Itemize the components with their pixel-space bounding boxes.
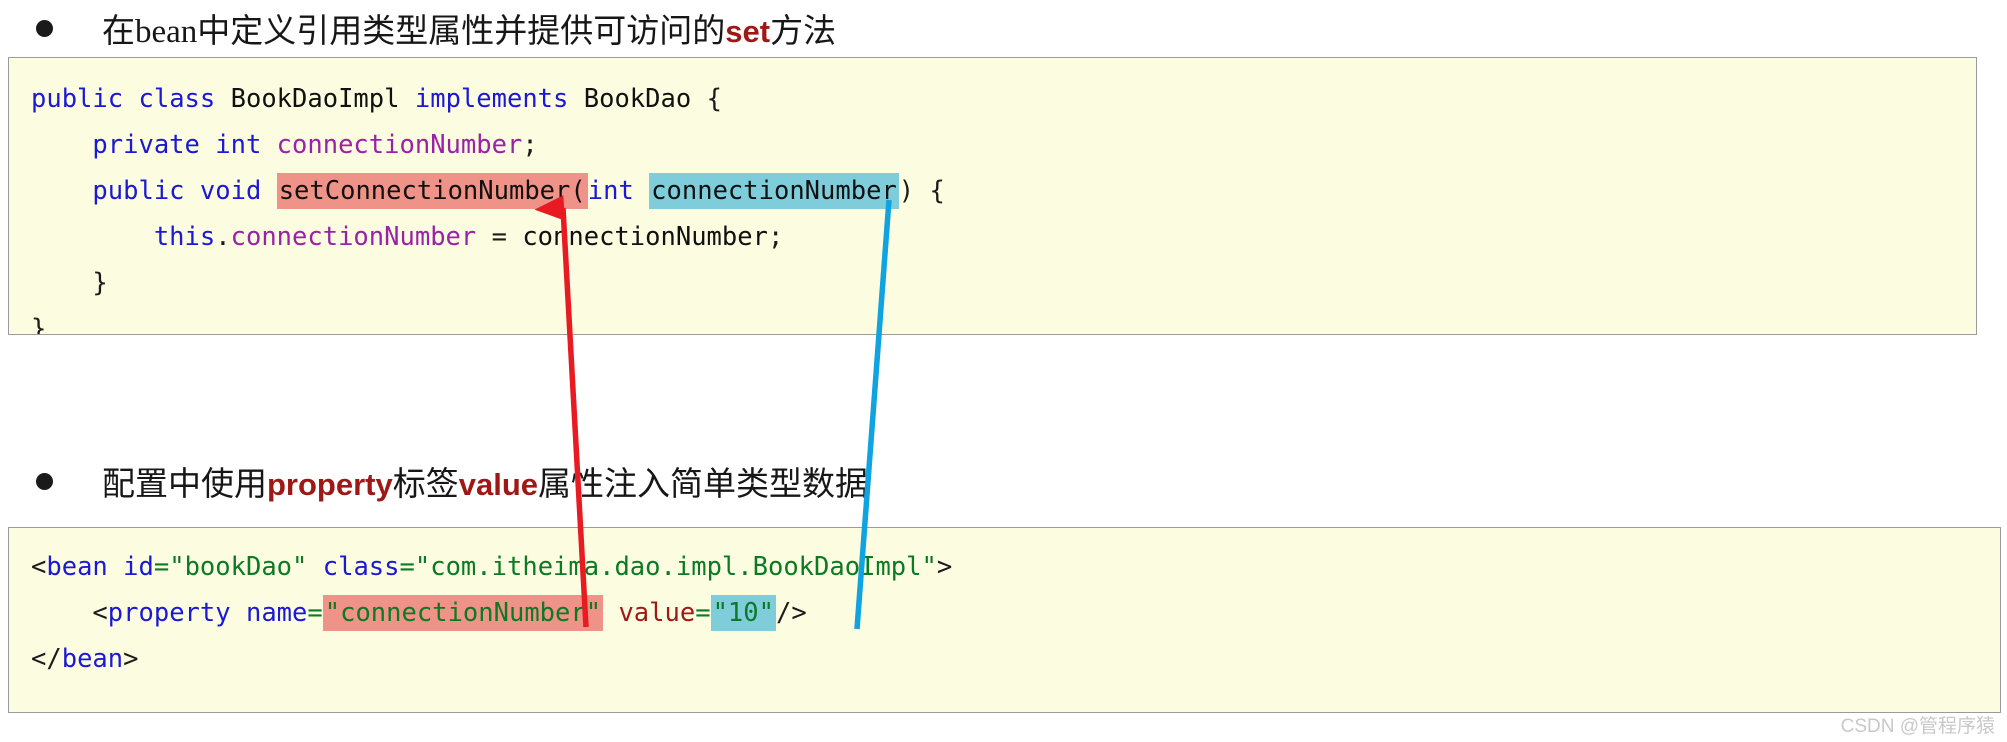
bullet-2-seg-0: 配置中使用 xyxy=(102,467,267,503)
token-int: int xyxy=(587,176,634,206)
java-line-4: this.connectionNumber = connectionNumber… xyxy=(31,214,1976,260)
token-close-brace: } xyxy=(31,314,47,335)
highlight-setter-method-name: setConnectionNumber( xyxy=(276,173,588,209)
token-eq: = xyxy=(695,598,711,628)
token-attr-class: class xyxy=(322,552,400,582)
token-close-brace: } xyxy=(92,268,108,298)
token-semicolon: ; xyxy=(522,130,538,160)
token-dot: . xyxy=(215,222,231,252)
token-field-connection-number: connectionNumber xyxy=(230,222,477,252)
token-implements: implements xyxy=(414,84,569,114)
token-this: this xyxy=(153,222,216,252)
slide-canvas: 在bean中定义引用类型属性并提供可访问的set方法 public class … xyxy=(0,0,2007,742)
token-attr-id: id xyxy=(123,552,154,582)
bullet-1-seg-0: 在bean中定义引用类型属性并提供可访问的 xyxy=(102,14,726,50)
bullet-2-seg-3: value xyxy=(458,467,539,502)
token-attr-value: value xyxy=(618,598,696,628)
xml-line-3: </bean> xyxy=(31,636,2000,682)
token-lt-slash: </ xyxy=(31,644,62,674)
java-line-1: public class BookDaoImpl implements Book… xyxy=(31,76,1976,122)
token-paren-brace: ) { xyxy=(898,176,945,206)
token-eq: = xyxy=(307,598,323,628)
bullet-item-1: 在bean中定义引用类型属性并提供可访问的set方法 xyxy=(36,4,836,52)
xml-code-block: <bean id="bookDao" class="com.itheima.da… xyxy=(8,527,2001,713)
token-field-connection-number: connectionNumber xyxy=(276,130,523,160)
java-line-5: } xyxy=(31,260,1976,306)
token-assign: = xyxy=(476,222,523,252)
token-semicolon: ; xyxy=(767,222,784,252)
token-gt: > xyxy=(936,552,953,582)
java-line-2: private int connectionNumber; xyxy=(31,122,1976,168)
token-self-close: /> xyxy=(776,598,807,628)
java-line-6: } xyxy=(31,306,1976,335)
bullet-2-seg-4: 属性注入简单类型数据 xyxy=(538,467,869,503)
xml-line-1: <bean id="bookDao" class="com.itheima.da… xyxy=(31,544,2000,590)
token-value-bookdao: "bookDao" xyxy=(169,552,308,582)
token-value-class-fqn: "com.itheima.dao.impl.BookDaoImpl" xyxy=(414,552,937,582)
token-tag-bean: bean xyxy=(46,552,108,582)
bullet-dot-icon xyxy=(36,19,53,37)
token-int: int xyxy=(215,130,262,160)
highlight-property-value-10: "10" xyxy=(710,595,776,631)
token-lt: < xyxy=(31,552,47,582)
java-line-3: public void setConnectionNumber(int conn… xyxy=(31,168,1976,214)
bullet-item-2: 配置中使用property标签value属性注入简单类型数据 xyxy=(36,457,868,505)
csdn-watermark: CSDN @管程序猿 xyxy=(1840,716,1995,737)
bullet-1-text: 在bean中定义引用类型属性并提供可访问的set方法 xyxy=(102,4,836,52)
token-public: public xyxy=(92,176,185,206)
token-class-name: BookDaoImpl xyxy=(230,84,400,114)
token-param-connection-number: connectionNumber xyxy=(522,222,768,252)
token-eq: = xyxy=(153,552,170,582)
token-private: private xyxy=(92,130,200,160)
bullet-2-seg-1: property xyxy=(267,467,393,502)
token-lt: < xyxy=(92,598,108,628)
xml-line-2: <property name="connectionNumber" value=… xyxy=(31,590,2000,636)
token-gt: > xyxy=(123,644,139,674)
bullet-2-text: 配置中使用property标签value属性注入简单类型数据 xyxy=(102,457,868,505)
token-open-brace: { xyxy=(706,84,722,114)
highlight-property-name-value: "connectionNumber" xyxy=(322,595,604,631)
bullet-1-seg-1: set xyxy=(725,14,771,49)
bullet-2-seg-2: 标签 xyxy=(392,467,459,503)
token-eq: = xyxy=(399,552,415,582)
token-public: public xyxy=(31,84,124,114)
bullet-dot-icon xyxy=(36,472,53,490)
token-class: class xyxy=(138,84,216,114)
highlight-setter-parameter: connectionNumber xyxy=(649,173,899,209)
token-void: void xyxy=(199,176,262,206)
token-attr-name: name xyxy=(245,598,308,628)
token-tag-property: property xyxy=(107,598,231,628)
token-interface-name: BookDao xyxy=(583,84,692,114)
token-tag-bean: bean xyxy=(61,644,124,674)
bullet-1-seg-2: 方法 xyxy=(770,14,837,50)
java-code-block: public class BookDaoImpl implements Book… xyxy=(8,57,1977,335)
